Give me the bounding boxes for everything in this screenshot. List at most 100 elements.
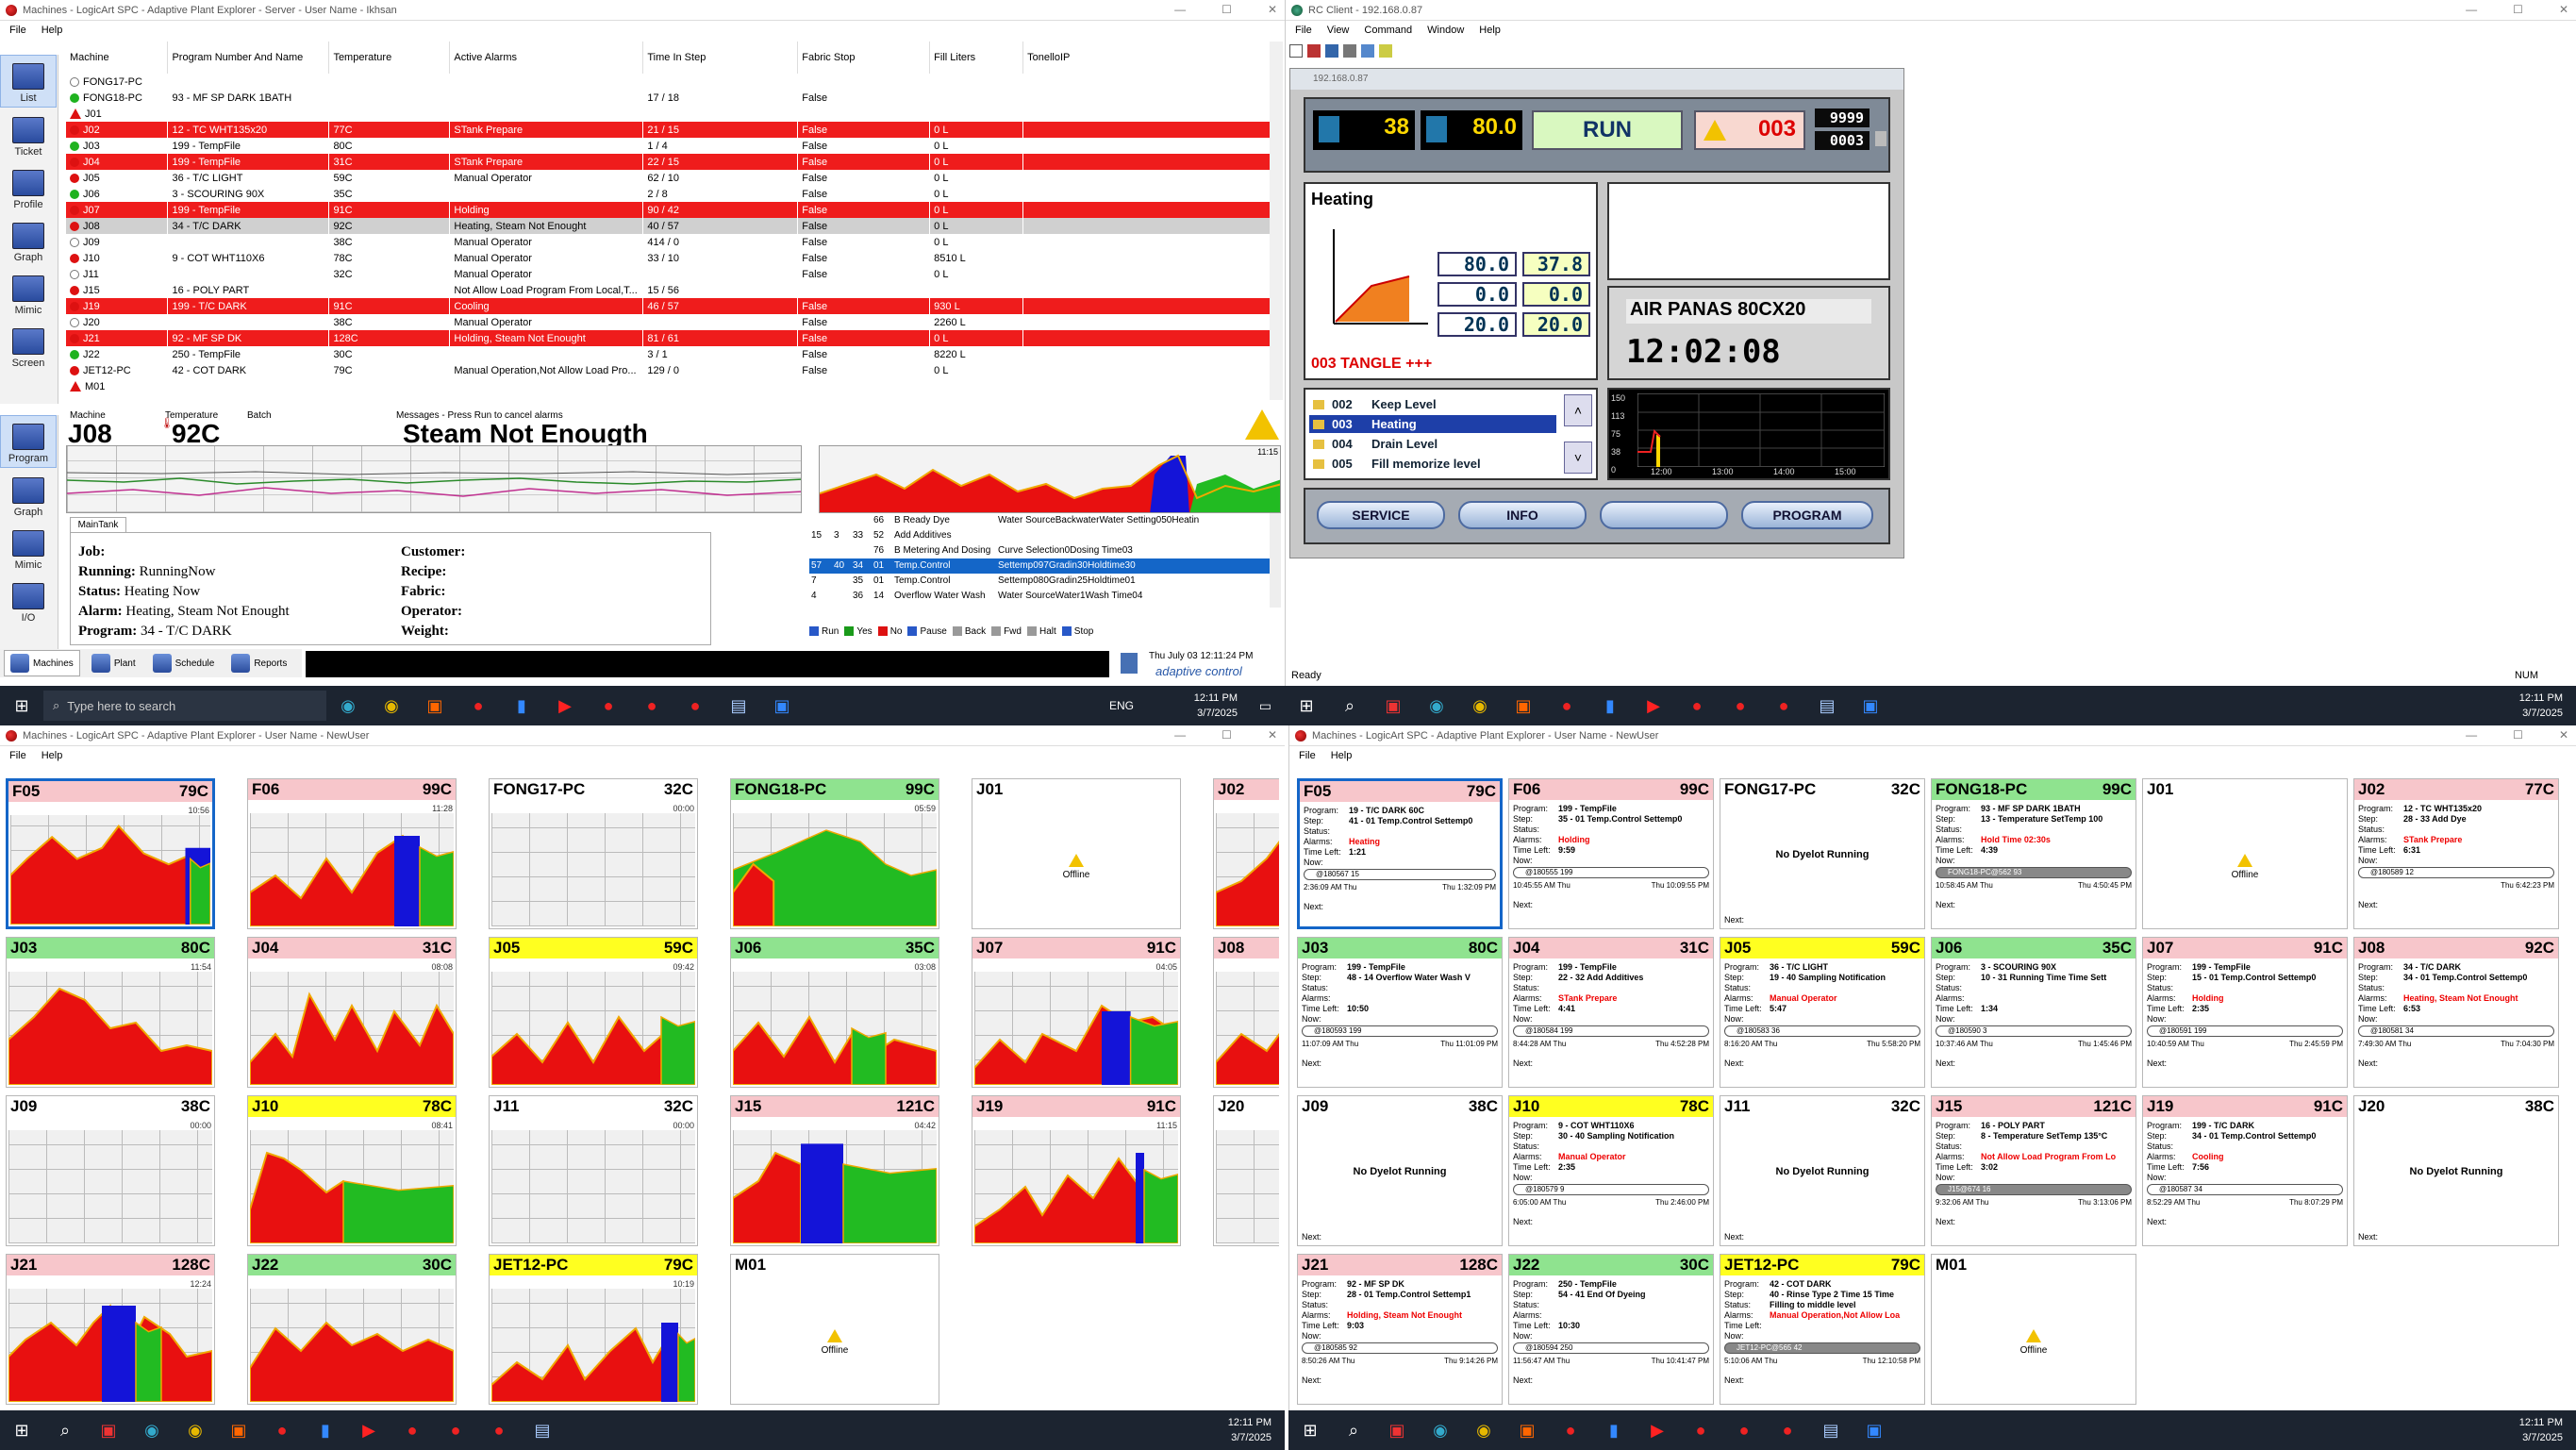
ticket-tile-j15[interactable]: J15 121C Program: 16 - POLY PART Step: 8 - Te… [1931,1095,2136,1246]
machine-tile-j11[interactable]: J11 32C 00:00 [489,1095,698,1246]
vertical-scrollbar[interactable] [1270,42,1283,400]
view-profile-button[interactable]: Profile [0,160,57,213]
step-row[interactable]: 4 36 14 Overflow Water Wash Water SourceWate… [809,589,1271,604]
chrome-icon[interactable]: ◉ [375,690,407,722]
machine-tile-j06[interactable]: J06 35C 03:08 [730,937,939,1088]
help-icon[interactable] [1379,44,1392,58]
back-button[interactable]: Back [952,626,986,637]
column-machine[interactable]: Machine [66,42,169,74]
media-icon[interactable]: ▶ [549,690,581,722]
pause-button[interactable]: Pause [907,626,947,637]
close-icon[interactable]: ✕ [1268,3,1277,16]
menu-file[interactable]: File [9,750,26,761]
rc-taskbar-icon[interactable]: ▣ [1858,1414,1890,1446]
connect-icon[interactable] [1307,44,1321,58]
step-scroll-down[interactable]: ˅ [1564,442,1592,474]
tab-machines[interactable]: Machines [4,650,80,676]
rc-minimize-icon[interactable]: — [2466,3,2477,16]
machine-row[interactable]: J08 34 - T/C DARK 92C Heating, Steam Not En… [66,218,1273,234]
machine-row[interactable]: J02 12 - TC WHT135x20 77C STank Prepare 21 /… [66,122,1273,138]
logicart-icon[interactable]: ● [462,690,494,722]
edge-icon[interactable]: ◉ [332,690,364,722]
machine-tile-j02[interactable]: J0277C08:27 [1213,778,1279,929]
menu-help[interactable]: Help [42,25,63,36]
language-indicator[interactable]: ENG [1109,699,1134,712]
machine-row[interactable]: J10 9 - COT WHT110X6 78C Manual Operator 33 … [66,250,1273,266]
ticket-tile-fong17-pc[interactable]: FONG17-PC 32C No Dyelot Running Next: [1720,778,1925,929]
machine-tile-f05[interactable]: F05 79C 10:56 [6,778,215,929]
transfer-icon[interactable] [1343,44,1356,58]
step-row[interactable]: 66 B Ready Dye Water SourceBackwaterWater … [809,513,1271,528]
program-button[interactable]: PROGRAM [1741,501,1873,529]
rc-step-row[interactable]: 002 Keep Level [1309,395,1556,413]
view-mimic-button[interactable]: Mimic [0,266,57,319]
view-screen-button[interactable]: Screen [0,319,57,372]
column-program-number-and-name[interactable]: Program Number And Name [167,42,330,74]
machine-row[interactable]: J01 [66,106,1273,122]
halt-button[interactable]: Halt [1026,626,1056,637]
ticket-tile-j05[interactable]: J05 59C Program: 36 - T/C LIGHT Step: 19 - 40… [1720,937,1925,1088]
ticket-tile-j03[interactable]: J03 80C Program: 199 - TempFile Step: 48 - 14… [1297,937,1503,1088]
main-tank-tab[interactable]: MainTank [70,517,126,532]
menu-command[interactable]: Command [1364,25,1412,36]
app-icon-red[interactable]: ▣ [92,1414,125,1446]
column-fabric-stop[interactable]: Fabric Stop [797,42,931,74]
view-ticket-button[interactable]: Ticket [0,108,57,160]
menu-file[interactable]: File [1295,25,1312,36]
rc-taskbar-icon[interactable]: ▣ [1854,690,1886,722]
ticket-tile-jet12-pc[interactable]: JET12-PC 79C Program: 42 - COT DARK Step: 40 … [1720,1254,1925,1405]
windows-start-icon[interactable]: ⊞ [6,1414,38,1446]
machine-tile-fong18-pc[interactable]: FONG18-PC 99C 05:59 [730,778,939,929]
chrome-icon[interactable]: ◉ [1468,1414,1500,1446]
maximize-icon[interactable]: ☐ [1222,3,1232,16]
explorer-icon[interactable]: ▮ [506,690,538,722]
machine-tile-j03[interactable]: J03 80C 11:54 [6,937,215,1088]
logicart-icon-2[interactable]: ● [1681,690,1713,722]
taskbar-clock-4[interactable]: 12:11 PM 3/7/2025 [2519,1415,2563,1445]
minimize-icon[interactable]: — [1174,3,1186,16]
machine-row[interactable]: FONG17-PC [66,74,1273,90]
run-button[interactable]: Run [809,626,839,637]
mail-icon[interactable] [1361,44,1374,58]
tab-plant[interactable]: Plant [86,651,141,675]
machine-row[interactable]: J03 199 - TempFile 80C 1 / 4 False 0 L [66,138,1273,154]
rc-taskbar-icon[interactable]: ▣ [766,690,798,722]
ticket-tile-m01[interactable]: M01 Offline [1931,1254,2136,1405]
minimize-icon[interactable]: — [1174,728,1186,742]
settings-icon[interactable] [1875,131,1886,146]
machine-tile-j08[interactable]: J0892C11:15 [1213,937,1279,1088]
close-icon[interactable]: ✕ [1268,728,1277,742]
app-icon-red[interactable]: ▣ [1381,1414,1413,1446]
logicart-icon-2[interactable]: ● [1685,1414,1717,1446]
network-icon[interactable]: ▤ [1815,1414,1847,1446]
machine-tile-j04[interactable]: J04 31C 08:08 [247,937,457,1088]
ticket-tile-j19[interactable]: J19 91C Program: 199 - T/C DARK Step: 34 - 01… [2142,1095,2348,1246]
windows-start-icon[interactable]: ⊞ [1294,1414,1326,1446]
machine-tile-j05[interactable]: J05 59C 09:42 [489,937,698,1088]
column-fill-liters[interactable]: Fill Liters [929,42,1024,74]
column-temperature[interactable]: Temperature [328,42,451,74]
ticket-tile-f05[interactable]: F05 79C Program: 19 - T/C DARK 60C Step: 41 -… [1297,778,1503,929]
machine-tile-j10[interactable]: J10 78C 08:41 [247,1095,457,1246]
taskbar-clock[interactable]: 12:11 PM 3/7/2025 [1194,691,1238,721]
menu-help[interactable]: Help [1331,750,1353,761]
view-graph-button[interactable]: Graph [0,213,57,266]
machine-row[interactable]: M01 [66,378,1273,394]
detail-graph-button[interactable]: Graph [0,468,57,521]
tab-schedule[interactable]: Schedule [147,651,221,675]
logicart-icon-3[interactable]: ● [1724,690,1756,722]
logicart-icon-2[interactable]: ● [396,1414,428,1446]
ticket-tile-j22[interactable]: J22 30C Program: 250 - TempFile Step: 54 - 41… [1508,1254,1714,1405]
rc-step-row[interactable]: 003 Heating [1309,415,1556,433]
machine-tile-j07[interactable]: J07 91C 04:05 [972,937,1181,1088]
info-button[interactable]: INFO [1458,501,1587,529]
fwd-button[interactable]: Fwd [991,626,1022,637]
chrome-icon[interactable]: ◉ [1464,690,1496,722]
logicart-icon-4[interactable]: ● [679,690,711,722]
column-time-in-step[interactable]: Time In Step [642,42,799,74]
app-icon-orange[interactable]: ▣ [223,1414,255,1446]
maximize-icon[interactable]: ☐ [1222,728,1232,742]
blank-button[interactable] [1600,501,1728,529]
machine-tile-j20[interactable]: J2038C00:00 [1213,1095,1279,1246]
machine-tile-j09[interactable]: J09 38C 00:00 [6,1095,215,1246]
